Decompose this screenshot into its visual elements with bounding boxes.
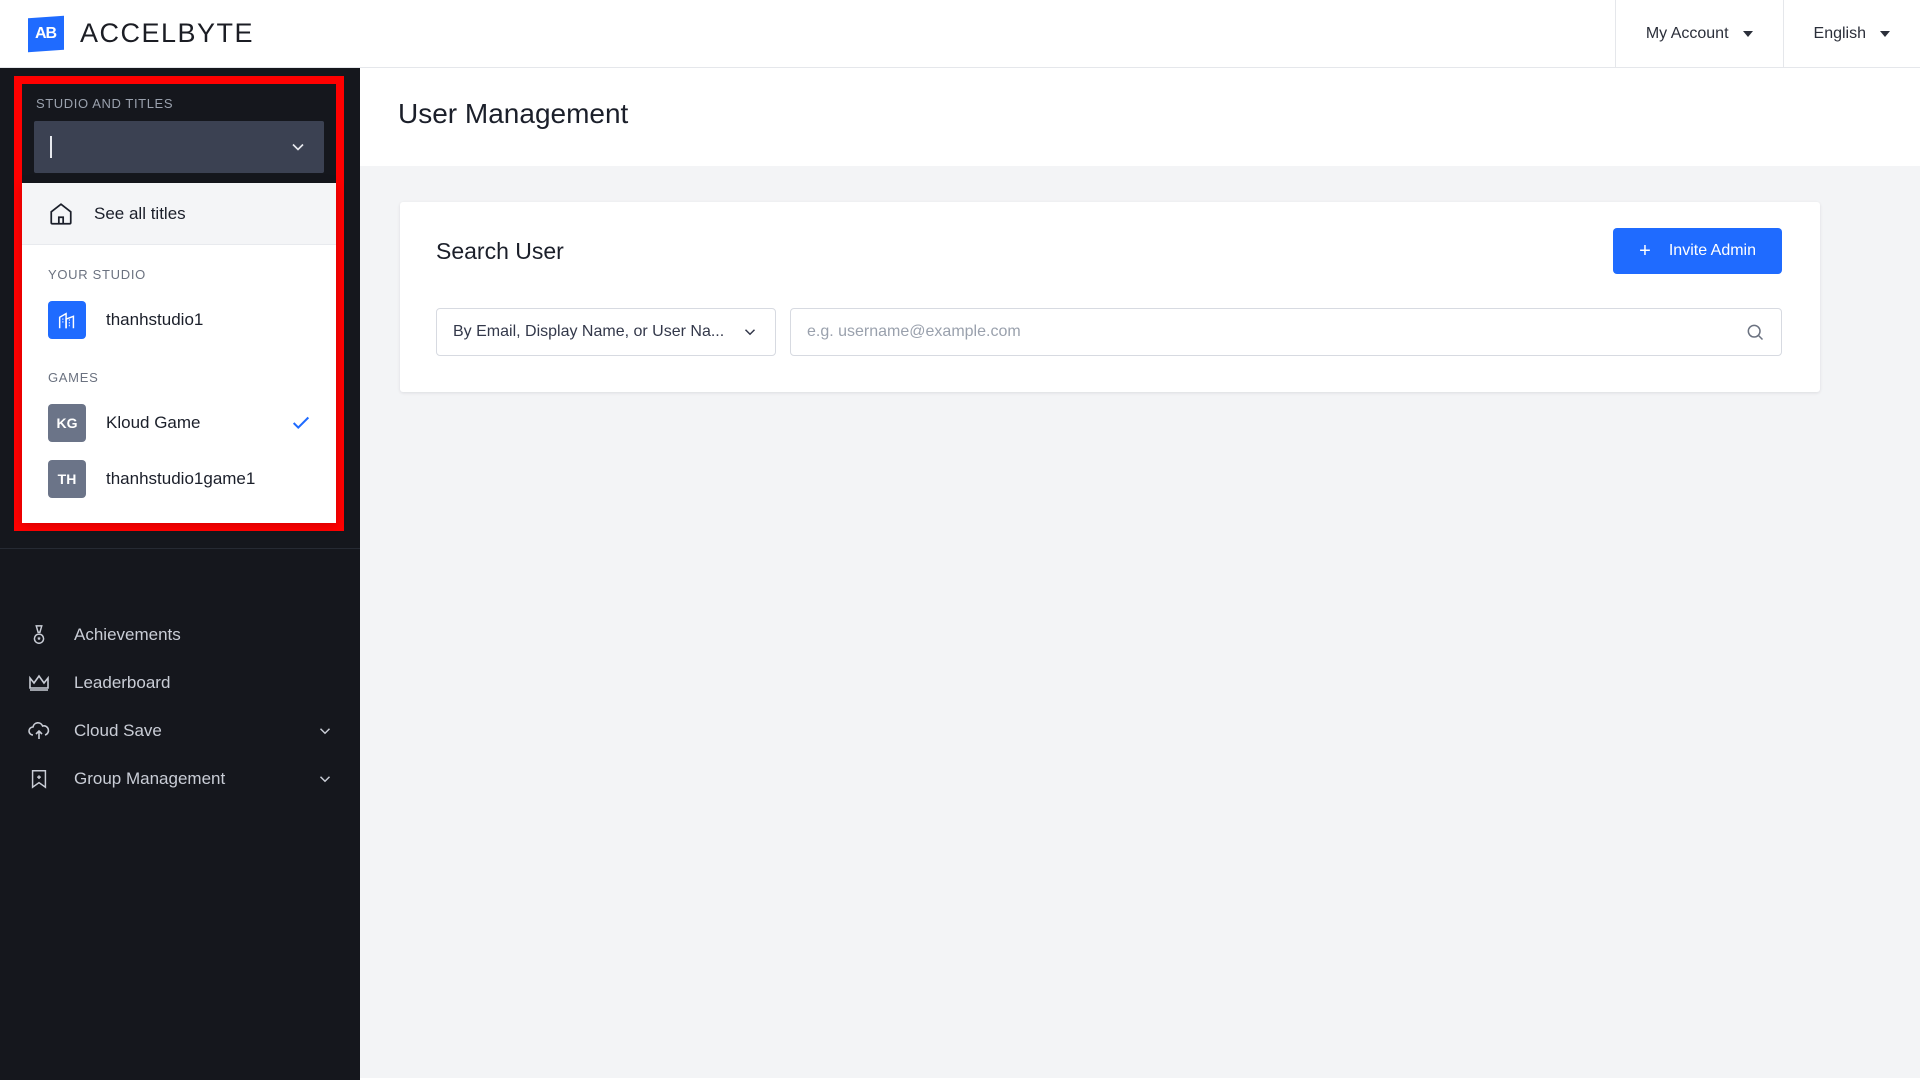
games-section-header: GAMES [48, 370, 99, 385]
studio-and-titles-selector-highlight: STUDIO AND TITLES See all titles YOUR ST… [14, 76, 344, 531]
search-filter-value: By Email, Display Name, or User Na... [453, 323, 725, 340]
see-all-titles-label: See all titles [94, 203, 186, 223]
brand-logo[interactable]: AB ACCELBYTE [0, 15, 255, 52]
crown-icon [26, 670, 52, 696]
sidebar-item-label: Cloud Save [74, 721, 162, 740]
top-bar: AB ACCELBYTE My Account English [0, 0, 1920, 68]
check-icon [290, 412, 312, 434]
sidebar-item-cloud-save[interactable]: Cloud Save [0, 707, 360, 755]
studio-selector-label: STUDIO AND TITLES [36, 96, 174, 111]
accelbyte-logo-icon: AB [28, 15, 64, 52]
chevron-down-icon [1742, 30, 1753, 37]
language-menu[interactable]: English [1782, 0, 1920, 68]
card-title: Search User [436, 237, 564, 264]
main-content: User Management Search User + Invite Adm… [360, 68, 1920, 1080]
app-root: AB ACCELBYTE My Account English Achievem… [0, 0, 1920, 1080]
page-title: User Management [398, 98, 629, 129]
banner-icon [26, 766, 52, 792]
card-body: By Email, Display Name, or User Na... [400, 300, 1820, 392]
game-item-label: Kloud Game [106, 413, 201, 432]
cloud-upload-icon [26, 718, 52, 744]
game-item-thanhstudio1game1[interactable]: TH thanhstudio1game1 [22, 451, 336, 507]
language-label: English [1813, 24, 1866, 42]
brand-name: ACCELBYTE [80, 18, 255, 48]
search-icon[interactable] [1745, 322, 1765, 342]
studio-item-thanhstudio1[interactable]: thanhstudio1 [22, 292, 336, 348]
chevron-down-icon [316, 770, 334, 788]
menu-bottom-padding [22, 507, 336, 523]
chevron-down-icon [316, 722, 334, 740]
card-header: Search User + Invite Admin [400, 202, 1820, 300]
studio-selector-container: STUDIO AND TITLES [22, 84, 336, 183]
top-bar-right: My Account English [1614, 0, 1920, 68]
invite-admin-label: Invite Admin [1668, 242, 1756, 259]
text-cursor [50, 136, 52, 158]
sidebar-item-achievements[interactable]: Achievements [0, 611, 360, 659]
search-user-card: Search User + Invite Admin By Email, Dis… [400, 202, 1820, 392]
my-account-label: My Account [1645, 24, 1729, 42]
your-studio-section-header: YOUR STUDIO [48, 267, 146, 282]
studio-item-label: thanhstudio1 [106, 310, 204, 329]
sidebar-item-label: Group Management [74, 769, 226, 788]
search-filter-select[interactable]: By Email, Display Name, or User Na... [436, 308, 776, 356]
plus-icon: + [1639, 240, 1651, 262]
building-icon [48, 301, 86, 339]
studio-dropdown-menu: See all titles YOUR STUDIO thanhstudio1 … [22, 183, 336, 523]
game-item-label: thanhstudio1game1 [106, 469, 256, 488]
sidebar-item-label: Achievements [74, 625, 181, 644]
game-item-kloud-game[interactable]: KG Kloud Game [22, 395, 336, 451]
chevron-down-icon[interactable] [288, 137, 308, 157]
chevron-down-icon [1880, 30, 1890, 37]
medal-icon [26, 622, 52, 648]
sidebar-item-label: Leaderboard [74, 673, 171, 692]
invite-admin-button[interactable]: + Invite Admin [1613, 228, 1782, 274]
search-input-wrapper[interactable] [790, 308, 1782, 356]
see-all-titles-item[interactable]: See all titles [22, 183, 336, 245]
my-account-menu[interactable]: My Account [1614, 0, 1783, 68]
game-avatar: KG [48, 404, 86, 442]
home-icon [48, 201, 74, 227]
studio-search-input[interactable] [34, 121, 324, 173]
game-avatar: TH [48, 460, 86, 498]
sidebar-item-group-management[interactable]: Group Management [0, 755, 360, 803]
sidebar-item-leaderboard[interactable]: Leaderboard [0, 659, 360, 707]
chevron-down-icon [741, 323, 759, 341]
brand-mark-text: AB [35, 24, 57, 42]
page-body: Search User + Invite Admin By Email, Dis… [360, 166, 1920, 1078]
search-input[interactable] [807, 323, 1745, 341]
